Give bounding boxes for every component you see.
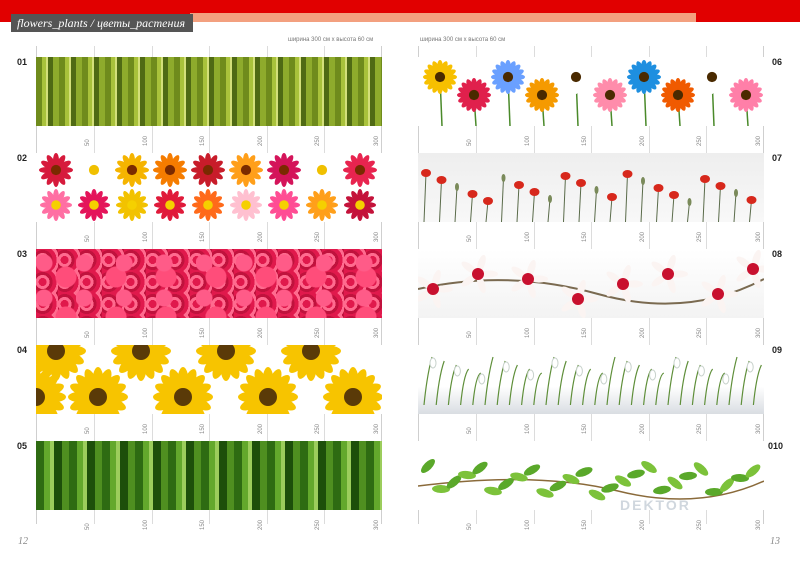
dimension-label-right: ширина 300 см х высота 60 см — [420, 37, 506, 43]
scale-tick-label: 100 — [525, 231, 531, 242]
wallpaper-panel-sunflowers[interactable] — [36, 345, 382, 414]
scale-tick-label: 50 — [467, 427, 473, 434]
scale-tick-label: 100 — [143, 519, 149, 530]
page-number-left: 12 — [18, 536, 28, 547]
scale-tick-label: 300 — [756, 327, 762, 338]
poppies-art — [421, 169, 757, 222]
scale-tick-label: 300 — [756, 135, 762, 146]
flowers-art — [39, 153, 377, 222]
scale-tick-label: 50 — [85, 331, 91, 338]
scale-tick-label: 200 — [640, 231, 646, 242]
sunflowers-art — [36, 345, 382, 414]
orchids-art — [418, 249, 764, 318]
scale-tick-label: 200 — [258, 327, 264, 338]
scale-tick-label: 200 — [640, 519, 646, 530]
scale-tick-label: 100 — [143, 135, 149, 146]
row-number: 08 — [772, 249, 783, 259]
wallpaper-panel-bamboo[interactable] — [36, 57, 382, 126]
scale-tick-label: 50 — [85, 427, 91, 434]
row-number: 06 — [772, 57, 783, 67]
scale-tick-label: 150 — [582, 327, 588, 338]
scale-tick-label: 150 — [582, 231, 588, 242]
scale-tick-label: 200 — [640, 327, 646, 338]
snowdrops-art — [423, 356, 762, 406]
scale-tick-label: 250 — [315, 327, 321, 338]
scale-tick-label: 300 — [756, 519, 762, 530]
row-number: 07 — [772, 153, 783, 163]
scale-tick-label: 250 — [697, 423, 703, 434]
row-number: 03 — [17, 249, 28, 259]
scale-tick-label: 200 — [258, 519, 264, 530]
page-title: flowers_plants / цветы_растения — [11, 14, 193, 32]
row-number: 010 — [768, 441, 784, 451]
scale-tick-label: 50 — [85, 139, 91, 146]
scale-tick-label: 250 — [315, 423, 321, 434]
row-number: 01 — [17, 57, 28, 67]
scale-tick-label: 100 — [525, 423, 531, 434]
scale-tick-label: 150 — [582, 135, 588, 146]
scale-tick-label: 50 — [467, 235, 473, 242]
scale-tick-label: 250 — [315, 135, 321, 146]
scale-tick-label: 250 — [315, 519, 321, 530]
scale-tick-label: 100 — [143, 423, 149, 434]
scale-tick-label: 100 — [143, 327, 149, 338]
scale-tick-label: 250 — [697, 327, 703, 338]
scale-tick-label: 150 — [200, 231, 206, 242]
scale-tick-label: 300 — [374, 327, 380, 338]
scale-tick-label: 50 — [467, 331, 473, 338]
scale-tick-label: 300 — [374, 231, 380, 242]
scale-tick-label: 200 — [640, 135, 646, 146]
wallpaper-panel-green-bamboo[interactable] — [36, 441, 382, 510]
scale-tick-label: 50 — [467, 139, 473, 146]
scale-tick-label: 250 — [697, 135, 703, 146]
leaves-art — [418, 459, 764, 501]
wallpaper-panel-gerbera[interactable] — [418, 57, 764, 126]
scale-tick-label: 200 — [258, 135, 264, 146]
gerbera-art — [423, 59, 763, 126]
row-number: 09 — [772, 345, 783, 355]
scale-tick-label: 300 — [374, 423, 380, 434]
scale-tick-label: 100 — [525, 519, 531, 530]
wallpaper-panel-poppies[interactable] — [418, 153, 764, 222]
row-number: 05 — [17, 441, 28, 451]
scale-tick-label: 150 — [582, 423, 588, 434]
top-accent-subbar — [190, 13, 696, 22]
scale-tick-label: 250 — [697, 519, 703, 530]
dimension-label-left: ширина 300 см х высота 60 см — [288, 37, 374, 43]
scale-tick-label: 50 — [85, 523, 91, 530]
scale-tick-label: 200 — [258, 423, 264, 434]
watermark: DEKTOR — [620, 497, 691, 513]
scale-tick-label: 150 — [200, 519, 206, 530]
scale-tick-label: 300 — [374, 519, 380, 530]
scale-tick-label: 200 — [258, 231, 264, 242]
scale-tick-label: 100 — [143, 231, 149, 242]
row-number: 04 — [17, 345, 28, 355]
scale-tick-label: 200 — [640, 423, 646, 434]
scale-tick-label: 100 — [525, 135, 531, 146]
scale-tick-label: 150 — [200, 327, 206, 338]
scale-tick-label: 300 — [756, 231, 762, 242]
scale-tick-label: 150 — [582, 519, 588, 530]
row-number: 02 — [17, 153, 28, 163]
scale-tick-label: 50 — [85, 235, 91, 242]
scale-tick-label: 250 — [697, 231, 703, 242]
scale-tick-label: 100 — [525, 327, 531, 338]
scale-tick-label: 300 — [374, 135, 380, 146]
wallpaper-panel-pink-flowers[interactable] — [36, 249, 382, 318]
scale-tick-label: 50 — [467, 523, 473, 530]
scale-tick-label: 150 — [200, 135, 206, 146]
page-number-right: 13 — [770, 536, 780, 547]
scale-tick-label: 300 — [756, 423, 762, 434]
wallpaper-panel-leaves[interactable] — [418, 441, 764, 510]
wallpaper-panel-orchids[interactable] — [418, 249, 764, 318]
wallpaper-panel-snowdrops[interactable] — [418, 345, 764, 414]
scale-tick-label: 150 — [200, 423, 206, 434]
scale-tick-label: 250 — [315, 231, 321, 242]
wallpaper-panel-flowers[interactable] — [36, 153, 382, 222]
